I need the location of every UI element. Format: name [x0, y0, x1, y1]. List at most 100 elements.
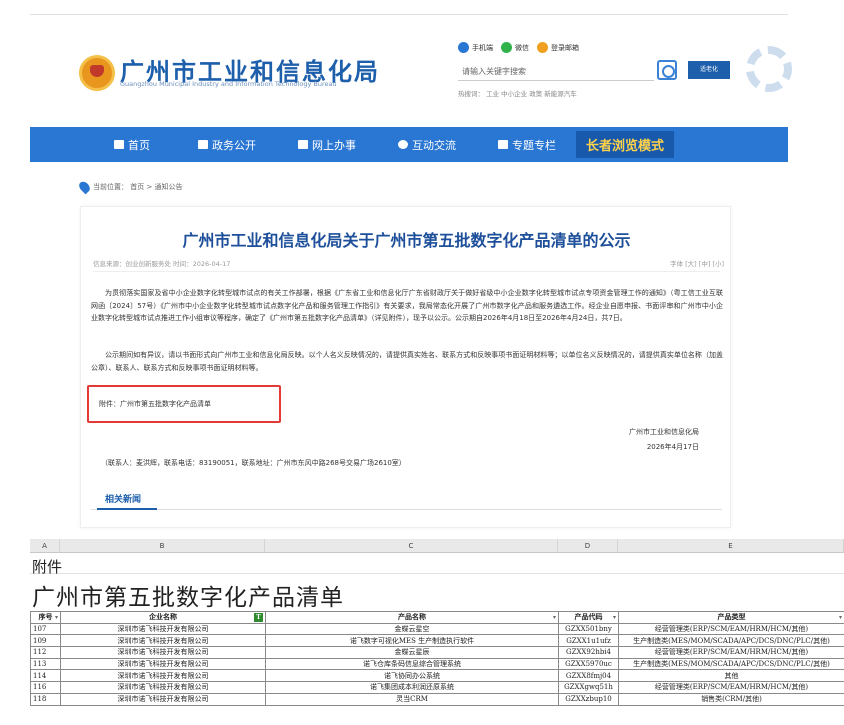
header-company[interactable]: 企业名称 T: [60, 611, 266, 624]
spreadsheet: A B C D E 附件 广州市第五批数字化产品清单 序号 ▾ 企业名称 T 产品名…: [30, 539, 844, 725]
hot-words[interactable]: 热搜词： 工业 中小企业 政策 新能源汽车: [458, 88, 577, 98]
folder-icon: [498, 140, 508, 149]
cell-seq[interactable]: 113: [30, 657, 61, 671]
related-divider: [91, 509, 722, 510]
cell-seq[interactable]: 107: [30, 622, 61, 636]
cell-type[interactable]: 经营管理类(ERP/SCM/EAM/HRM/HCM/其他): [618, 646, 844, 659]
nav-interaction[interactable]: 互动交流: [384, 137, 470, 153]
cell-product[interactable]: 金蝶云星空: [265, 622, 559, 636]
breadcrumb: 当前位置： 首页 > 通知公告: [77, 179, 183, 195]
sheet-fujian-cell[interactable]: 附件: [32, 556, 62, 577]
cell-code[interactable]: GZXXzbup10: [558, 692, 619, 706]
site-subtitle: Guangzhou Municipal Industry and Informa…: [120, 80, 337, 88]
cell-product[interactable]: 诺飞协同办公系统: [265, 669, 559, 683]
cell-product[interactable]: 诺飞仓库条码信息综合管理系统: [265, 657, 559, 671]
emblem-icon: [79, 55, 115, 91]
chat-icon: [398, 140, 408, 149]
cell-type[interactable]: 生产制造类(MES/MOM/SCADA/APC/DCS/DNC/PLC/其他): [618, 657, 844, 671]
cell-seq[interactable]: 114: [30, 669, 61, 683]
col-letter-b[interactable]: B: [60, 539, 265, 552]
cell-code[interactable]: GZXX5970uc: [558, 657, 619, 671]
related-news-tab[interactable]: 相关新闻: [105, 492, 141, 505]
signature-block: 广州市工业和信息化局 2026年4月17日: [629, 425, 699, 455]
cell-company[interactable]: 深圳市诺飞科技开发有限公司: [60, 692, 266, 706]
product-table: 序号 ▾ 企业名称 T 产品名称 ▾ 产品代码 ▾ 产品类型 ▾ 107 深圳市诺飞科技开发…: [30, 611, 844, 706]
top-divider: [30, 14, 788, 15]
cell-product[interactable]: 灵当CRM: [265, 692, 559, 706]
home-icon: [114, 140, 124, 149]
cell-type[interactable]: 经营管理类(ERP/SCM/EAM/HRM/HCM/其他): [618, 681, 844, 694]
col-letter-d[interactable]: D: [558, 539, 618, 552]
top-links: 手机端 微信 登录邮箱: [458, 42, 579, 53]
cell-type[interactable]: 销售类(CRM/其他): [618, 692, 844, 706]
table-row[interactable]: 114 深圳市诺飞科技开发有限公司 诺飞协同办公系统 GZXX8fmj04 其他: [30, 669, 844, 683]
wechat-link[interactable]: 微信: [501, 42, 529, 53]
mail-link[interactable]: 登录邮箱: [537, 42, 579, 53]
briefcase-icon: [198, 140, 208, 149]
location-pin-icon: [77, 179, 92, 195]
header-type[interactable]: 产品类型 ▾: [618, 611, 844, 624]
filter-dropdown-icon[interactable]: ▾: [55, 613, 58, 622]
cell-company[interactable]: 深圳市诺飞科技开发有限公司: [60, 646, 266, 659]
attachment-link[interactable]: 附件：广州市第五批数字化产品清单: [99, 399, 211, 409]
cell-company[interactable]: 深圳市诺飞科技开发有限公司: [60, 681, 266, 694]
article-para-2: 公示期间如有异议，请以书面形式向广州市工业和信息化局反映。以个人名义反映情况的，…: [91, 351, 723, 372]
contact-info: （联系人：麦洪辉，联系电话：83190051，联系地址：广州市东风中路268号交…: [101, 459, 406, 467]
search-input[interactable]: 请输入关键字搜索: [458, 61, 654, 81]
table-body: 107 深圳市诺飞科技开发有限公司 金蝶云星空 GZXX501bny 经营管理类(ERP…: [30, 622, 844, 706]
header-seq[interactable]: 序号 ▾: [30, 611, 61, 624]
cell-type[interactable]: 经营管理类(ERP/SCM/EAM/HRM/HCM/其他): [618, 622, 844, 636]
cell-type[interactable]: 生产制造类(MES/MOM/SCADA/APC/DCS/DNC/PLC/其他): [618, 634, 844, 648]
table-row[interactable]: 116 深圳市诺飞科技开发有限公司 诺飞集团成本利润还原系统 GZXXgwq51h 经营…: [30, 681, 844, 694]
filter-dropdown-icon[interactable]: ▾: [613, 613, 616, 622]
cell-seq[interactable]: 112: [30, 646, 61, 659]
col-letter-c[interactable]: C: [265, 539, 558, 552]
cell-code[interactable]: GZXX501bny: [558, 622, 619, 636]
cell-product[interactable]: 诺飞集团成本利润还原系统: [265, 681, 559, 694]
sign-date: 2026年4月17日: [646, 443, 699, 451]
mail-icon: [537, 42, 548, 53]
header-product[interactable]: 产品名称 ▾: [265, 611, 559, 624]
table-row[interactable]: 118 深圳市诺飞科技开发有限公司 灵当CRM GZXXzbup10 销售类(CRM/其…: [30, 692, 844, 706]
table-row[interactable]: 112 深圳市诺飞科技开发有限公司 金蝶云星辰 GZXX92hbi4 经营管理类(ERP…: [30, 646, 844, 659]
accessibility-button[interactable]: 适老化: [688, 61, 730, 79]
cell-seq[interactable]: 116: [30, 681, 61, 694]
cell-type[interactable]: 其他: [618, 669, 844, 683]
table-row[interactable]: 113 深圳市诺飞科技开发有限公司 诺飞仓库条码信息综合管理系统 GZXX5970uc…: [30, 657, 844, 671]
mobile-link[interactable]: 手机端: [458, 42, 493, 53]
related-underline: [97, 508, 157, 510]
cell-seq[interactable]: 118: [30, 692, 61, 706]
col-letter-a[interactable]: A: [30, 539, 60, 552]
main-nav: 首页 政务公开 网上办事 互动交流 专题专栏 长者浏览模式: [30, 127, 788, 162]
cell-seq[interactable]: 109: [30, 634, 61, 648]
filter-dropdown-icon[interactable]: ▾: [553, 613, 556, 622]
breadcrumb-text[interactable]: 当前位置： 首页 > 通知公告: [93, 182, 183, 192]
cell-code[interactable]: GZXX1u1ufz: [558, 634, 619, 648]
cell-code[interactable]: GZXX92hbi4: [558, 646, 619, 659]
cell-code[interactable]: GZXXgwq51h: [558, 681, 619, 694]
font-size-controls[interactable]: 字体 [大] [中] [小]: [670, 258, 724, 268]
nav-topics[interactable]: 专题专栏: [484, 137, 570, 153]
sheet-title[interactable]: 广州市第五批数字化产品清单: [32, 578, 344, 612]
header-code[interactable]: 产品代码 ▾: [558, 611, 619, 624]
nav-gov-open[interactable]: 政务公开: [184, 137, 270, 153]
nav-home[interactable]: 首页: [100, 137, 164, 153]
cell-company[interactable]: 深圳市诺飞科技开发有限公司: [60, 669, 266, 683]
table-row[interactable]: 107 深圳市诺飞科技开发有限公司 金蝶云星空 GZXX501bny 经营管理类(ERP…: [30, 622, 844, 636]
filter-active-icon[interactable]: T: [254, 613, 263, 622]
elder-mode-button[interactable]: 长者浏览模式: [576, 131, 675, 158]
cell-code[interactable]: GZXX8fmj04: [558, 669, 619, 683]
cell-product[interactable]: 诺飞数字可视化MES 生产制造执行软件: [265, 634, 559, 648]
nav-online-service[interactable]: 网上办事: [284, 137, 370, 153]
cell-product[interactable]: 金蝶云星辰: [265, 646, 559, 659]
col-letter-e[interactable]: E: [618, 539, 844, 552]
cell-company[interactable]: 深圳市诺飞科技开发有限公司: [60, 634, 266, 648]
filter-dropdown-icon[interactable]: ▾: [839, 613, 842, 622]
table-row[interactable]: 109 深圳市诺飞科技开发有限公司 诺飞数字可视化MES 生产制造执行软件 GZXX1…: [30, 634, 844, 648]
search-icon[interactable]: [657, 60, 677, 80]
cell-company[interactable]: 深圳市诺飞科技开发有限公司: [60, 657, 266, 671]
phone-icon: [458, 42, 469, 53]
sign-org: 广州市工业和信息化局: [629, 428, 699, 436]
article-para-1: 为贯彻落实国家及省中小企业数字化转型城市试点的有关工作部署，根据《广东省工业和信…: [91, 289, 723, 323]
cell-company[interactable]: 深圳市诺飞科技开发有限公司: [60, 622, 266, 636]
